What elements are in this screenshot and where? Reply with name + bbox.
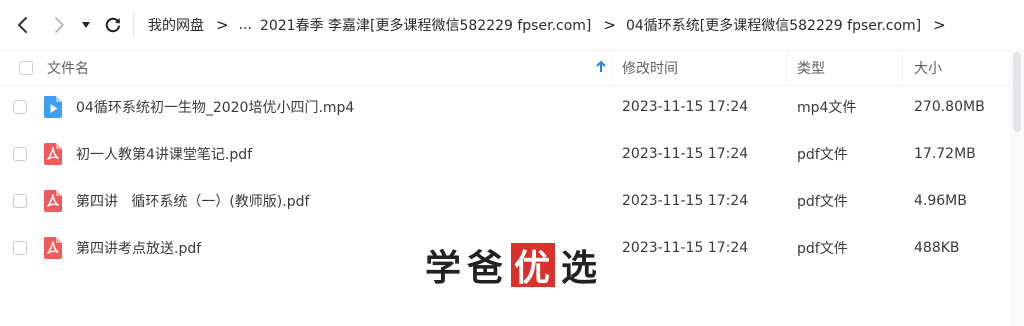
breadcrumb-item-current[interactable]: 04循环系统[更多课程微信582229 fpser.com] — [626, 15, 921, 35]
file-modified: 2023-11-15 17:24 — [622, 193, 749, 209]
row-checkbox[interactable] — [13, 241, 27, 255]
history-dropdown-button[interactable] — [76, 11, 96, 39]
top-navigation-bar: 我的网盘 > ... 2021春季 李嘉津[更多课程微信582229 fpser… — [0, 0, 1024, 50]
pdf-file-icon — [43, 190, 62, 212]
chevron-left-icon — [18, 17, 27, 33]
pdf-file-icon — [43, 237, 62, 259]
file-name[interactable]: 第四讲考点放送.pdf — [76, 225, 201, 271]
caret-down-icon — [82, 22, 90, 28]
row-checkbox[interactable] — [13, 100, 27, 114]
file-name[interactable]: 初一人教第4讲课堂笔记.pdf — [76, 131, 252, 177]
file-name[interactable]: 04循环系统初一生物_2020培优小四门.mp4 — [76, 84, 354, 130]
nav-divider — [133, 12, 134, 38]
file-size: 17.72MB — [914, 146, 976, 162]
breadcrumb-item-root[interactable]: 我的网盘 — [148, 15, 204, 35]
chevron-right-icon — [55, 17, 64, 33]
row-checkbox[interactable] — [13, 194, 27, 208]
file-type: pdf文件 — [797, 241, 848, 257]
table-row[interactable]: 第四讲 循环系统（一）(教师版).pdf 2023-11-15 17:24 pd… — [0, 178, 1010, 224]
refresh-button[interactable] — [100, 11, 126, 39]
vertical-scrollbar[interactable] — [1010, 50, 1024, 326]
select-all-checkbox[interactable] — [19, 61, 33, 75]
breadcrumb: 我的网盘 > ... 2021春季 李嘉津[更多课程微信582229 fpser… — [148, 0, 956, 50]
refresh-icon — [105, 17, 120, 33]
file-modified: 2023-11-15 17:24 — [622, 99, 749, 115]
file-size: 4.96MB — [914, 193, 967, 209]
file-type: mp4文件 — [797, 100, 857, 116]
breadcrumb-separator: > — [603, 16, 616, 34]
breadcrumb-separator: > — [933, 16, 946, 34]
breadcrumb-separator: > — [216, 16, 229, 34]
watermark-char: 选 — [561, 248, 600, 289]
arrow-up-icon[interactable] — [594, 59, 608, 75]
column-divider — [902, 50, 903, 84]
file-size: 270.80MB — [914, 99, 985, 115]
file-modified: 2023-11-15 17:24 — [622, 146, 749, 162]
pdf-file-icon — [43, 143, 62, 165]
row-checkbox[interactable] — [13, 147, 27, 161]
breadcrumb-item-ellipsis[interactable]: ... — [239, 17, 252, 33]
table-row[interactable]: 04循环系统初一生物_2020培优小四门.mp4 2023-11-15 17:2… — [0, 84, 1010, 130]
back-button[interactable] — [10, 11, 36, 39]
column-divider — [612, 50, 613, 84]
column-header-size[interactable]: 大小 — [914, 51, 942, 85]
table-header: 文件名 修改时间 类型 大小 — [0, 50, 1010, 86]
forward-button[interactable] — [46, 11, 72, 39]
column-header-modified[interactable]: 修改时间 — [622, 51, 678, 85]
watermark-logo: 学 爸 优 选 — [425, 241, 599, 289]
scrollbar-thumb[interactable] — [1013, 52, 1021, 132]
column-divider — [786, 50, 787, 84]
file-name[interactable]: 第四讲 循环系统（一）(教师版).pdf — [76, 178, 309, 224]
watermark-char-highlight: 优 — [511, 243, 556, 289]
breadcrumb-item-course[interactable]: 2021春季 李嘉津[更多课程微信582229 fpser.com] — [260, 15, 591, 35]
watermark-char: 学 — [425, 248, 464, 289]
watermark-char: 爸 — [467, 248, 506, 289]
column-header-name[interactable]: 文件名 — [47, 51, 89, 85]
column-header-type[interactable]: 类型 — [797, 51, 825, 85]
file-type: pdf文件 — [797, 194, 848, 210]
table-row[interactable]: 初一人教第4讲课堂笔记.pdf 2023-11-15 17:24 pdf文件 1… — [0, 131, 1010, 177]
file-modified: 2023-11-15 17:24 — [622, 240, 749, 256]
file-type: pdf文件 — [797, 147, 848, 163]
file-size: 488KB — [914, 240, 960, 256]
video-file-icon — [43, 96, 62, 118]
